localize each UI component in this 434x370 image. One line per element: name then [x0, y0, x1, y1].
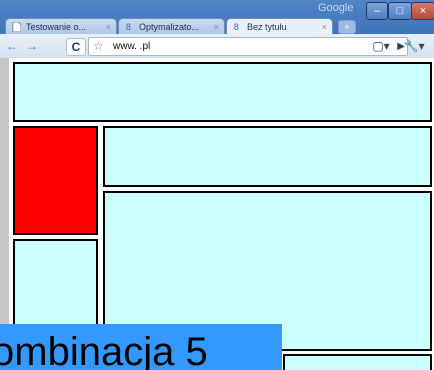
tab-label: Testowanie o... [26, 22, 87, 32]
url-text: www. .pl [113, 41, 151, 52]
browser-brand: Google [318, 2, 354, 14]
bookmark-star-icon[interactable]: ☆ [93, 38, 104, 55]
close-window-button[interactable]: × [411, 2, 434, 20]
tab-1[interactable]: Testowanie o... × [5, 18, 117, 35]
svg-text:8: 8 [126, 22, 131, 32]
overlay-label: ombinacja 5 [0, 330, 208, 370]
browser-titlebar: Google – □ × Testowanie o... × 8 Optymal… [0, 0, 434, 36]
tab-label: Bez tytułu [247, 22, 287, 32]
overlay-label-box: ombinacja 5 [0, 324, 282, 370]
svg-text:8: 8 [234, 22, 239, 32]
tab-label: Optymalizato... [139, 22, 200, 32]
close-tab-icon[interactable]: × [106, 19, 111, 35]
address-bar[interactable]: ☆ www. .pl ▶ [88, 37, 408, 56]
tab-2[interactable]: 8 Optymalizato... × [118, 18, 225, 35]
highlighted-block [13, 126, 98, 235]
header-block [13, 62, 432, 122]
top-right-block [103, 126, 432, 187]
page-icon [12, 22, 21, 32]
reload-button[interactable]: C [66, 38, 86, 56]
close-tab-icon[interactable]: × [322, 19, 327, 35]
google-favicon-icon: 8 [126, 22, 131, 32]
google-favicon-icon: 8 [234, 22, 239, 32]
back-button[interactable]: ← [4, 38, 20, 54]
page-menu-icon[interactable]: ▢▾ [371, 38, 391, 54]
browser-toolbar: ← → C ☆ www. .pl ▶ ▢▾ 🔧▾ [0, 34, 434, 59]
maximize-button[interactable]: □ [388, 2, 412, 20]
minimize-button[interactable]: – [366, 2, 388, 20]
forward-button[interactable]: → [24, 38, 40, 54]
new-tab-button[interactable]: + [338, 20, 356, 34]
bottom-right-block [283, 354, 432, 370]
wrench-icon[interactable]: 🔧▾ [402, 38, 426, 54]
close-tab-icon[interactable]: × [214, 19, 219, 35]
